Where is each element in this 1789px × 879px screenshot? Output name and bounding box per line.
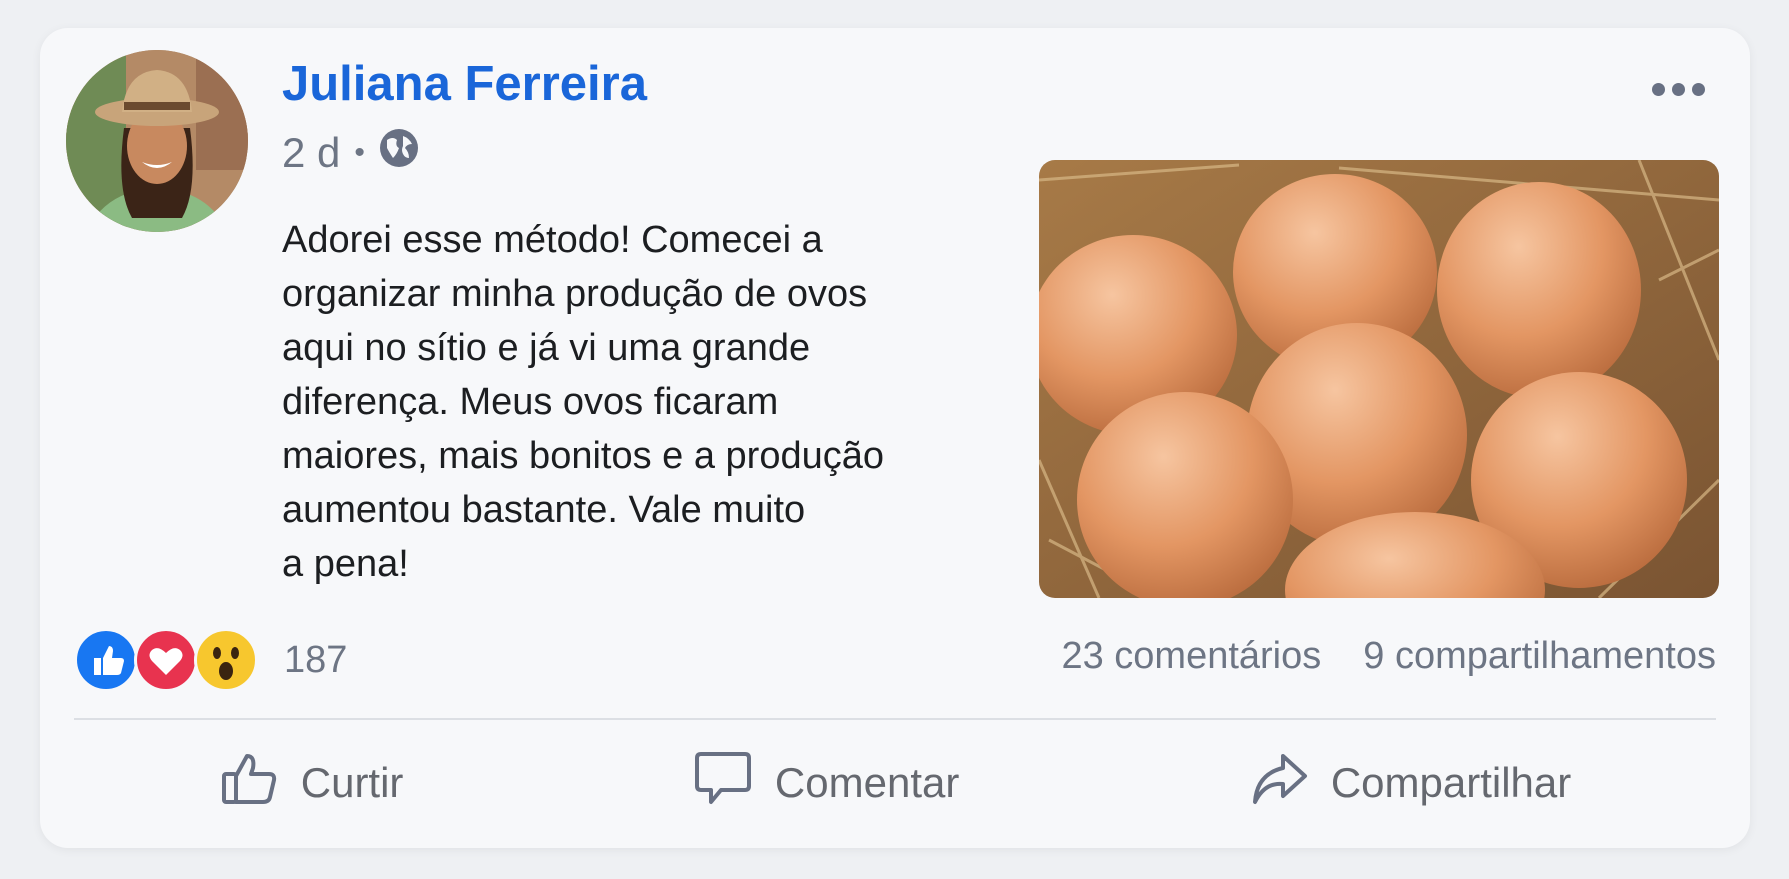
reaction-count: 187 [284, 638, 348, 681]
more-options-icon[interactable] [1652, 74, 1712, 104]
share-label: Compartilhar [1330, 759, 1572, 806]
thumbs-up-icon [219, 748, 279, 818]
love-icon [134, 628, 198, 692]
divider [74, 718, 1716, 720]
action-bar: Curtir Comentar Compartilhar [74, 738, 1716, 828]
comment-icon [693, 748, 753, 818]
shares-count[interactable]: 9 compartilhamentos [1363, 635, 1716, 678]
post-text: Adorei esse método! Comecei a organizar … [282, 219, 884, 585]
comment-button[interactable]: Comentar [693, 748, 959, 818]
post-card: Juliana Ferreira 2 d • Adorei esse métod… [40, 28, 1750, 848]
post-meta: 2 d • [282, 128, 419, 178]
globe-icon[interactable] [379, 128, 419, 178]
share-icon [1249, 748, 1309, 818]
share-button[interactable]: Compartilhar [1249, 748, 1571, 818]
author-name[interactable]: Juliana Ferreira [282, 56, 647, 112]
post-time[interactable]: 2 d [282, 129, 340, 177]
like-label: Curtir [300, 759, 404, 806]
engagement-stats: 23 comentários 9 compartilhamentos [1061, 635, 1716, 678]
comment-label: Comentar [774, 759, 960, 806]
avatar[interactable] [66, 50, 248, 232]
reaction-summary[interactable]: 187 [74, 628, 347, 692]
like-button[interactable]: Curtir [219, 748, 404, 818]
post-photo[interactable] [1039, 160, 1719, 598]
meta-separator: • [354, 136, 365, 169]
wow-icon [194, 628, 258, 692]
comments-count[interactable]: 23 comentários [1061, 635, 1321, 678]
like-icon [74, 628, 138, 692]
